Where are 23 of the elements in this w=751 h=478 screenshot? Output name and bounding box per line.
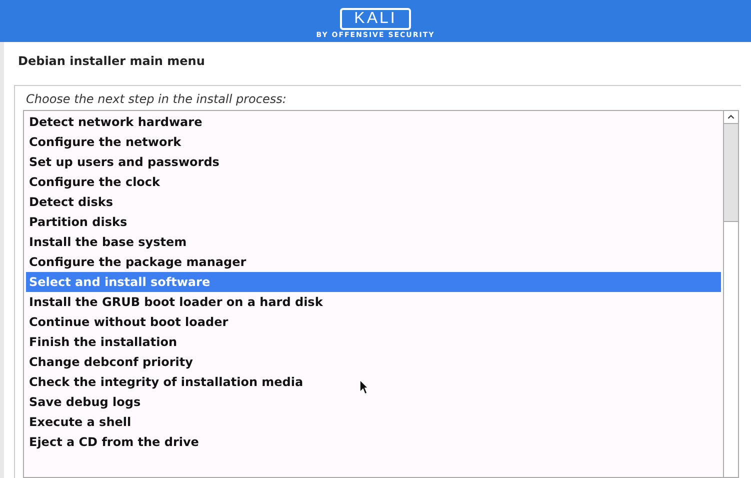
menu-item[interactable]: Finish the installation — [26, 332, 721, 352]
menu-item[interactable]: Configure the network — [26, 132, 721, 152]
menu-item[interactable]: Continue without boot loader — [26, 312, 721, 332]
menu-item[interactable]: Save debug logs — [26, 392, 721, 412]
window-title: Debian installer main menu — [18, 53, 206, 70]
mouse-cursor-icon — [359, 379, 369, 395]
menu-item[interactable]: Configure the clock — [26, 172, 721, 192]
menu-item[interactable]: Partition disks — [26, 212, 721, 232]
menu-item[interactable]: Set up users and passwords — [26, 152, 721, 172]
menu-item[interactable]: Configure the package manager — [26, 252, 721, 272]
logo: KALI — [340, 8, 411, 30]
menu-item[interactable]: Select and install software — [26, 272, 721, 292]
scrollbar-thumb[interactable] — [724, 124, 738, 222]
menu-item[interactable]: Install the GRUB boot loader on a hard disk — [26, 292, 721, 312]
menu-item[interactable]: Change debconf priority — [26, 352, 721, 372]
prompt-text: Choose the next step in the install process: — [26, 91, 288, 107]
menu-item[interactable]: Check the integrity of installation media — [26, 372, 721, 392]
menu-item[interactable]: Detect network hardware — [26, 112, 721, 132]
scrollbar[interactable] — [723, 111, 738, 477]
menu-item[interactable]: Execute a shell — [26, 412, 721, 432]
menu-item[interactable]: Detect disks — [26, 192, 721, 212]
menu-item[interactable]: Install the base system — [26, 232, 721, 252]
menu-item[interactable]: Eject a CD from the drive — [26, 432, 721, 452]
